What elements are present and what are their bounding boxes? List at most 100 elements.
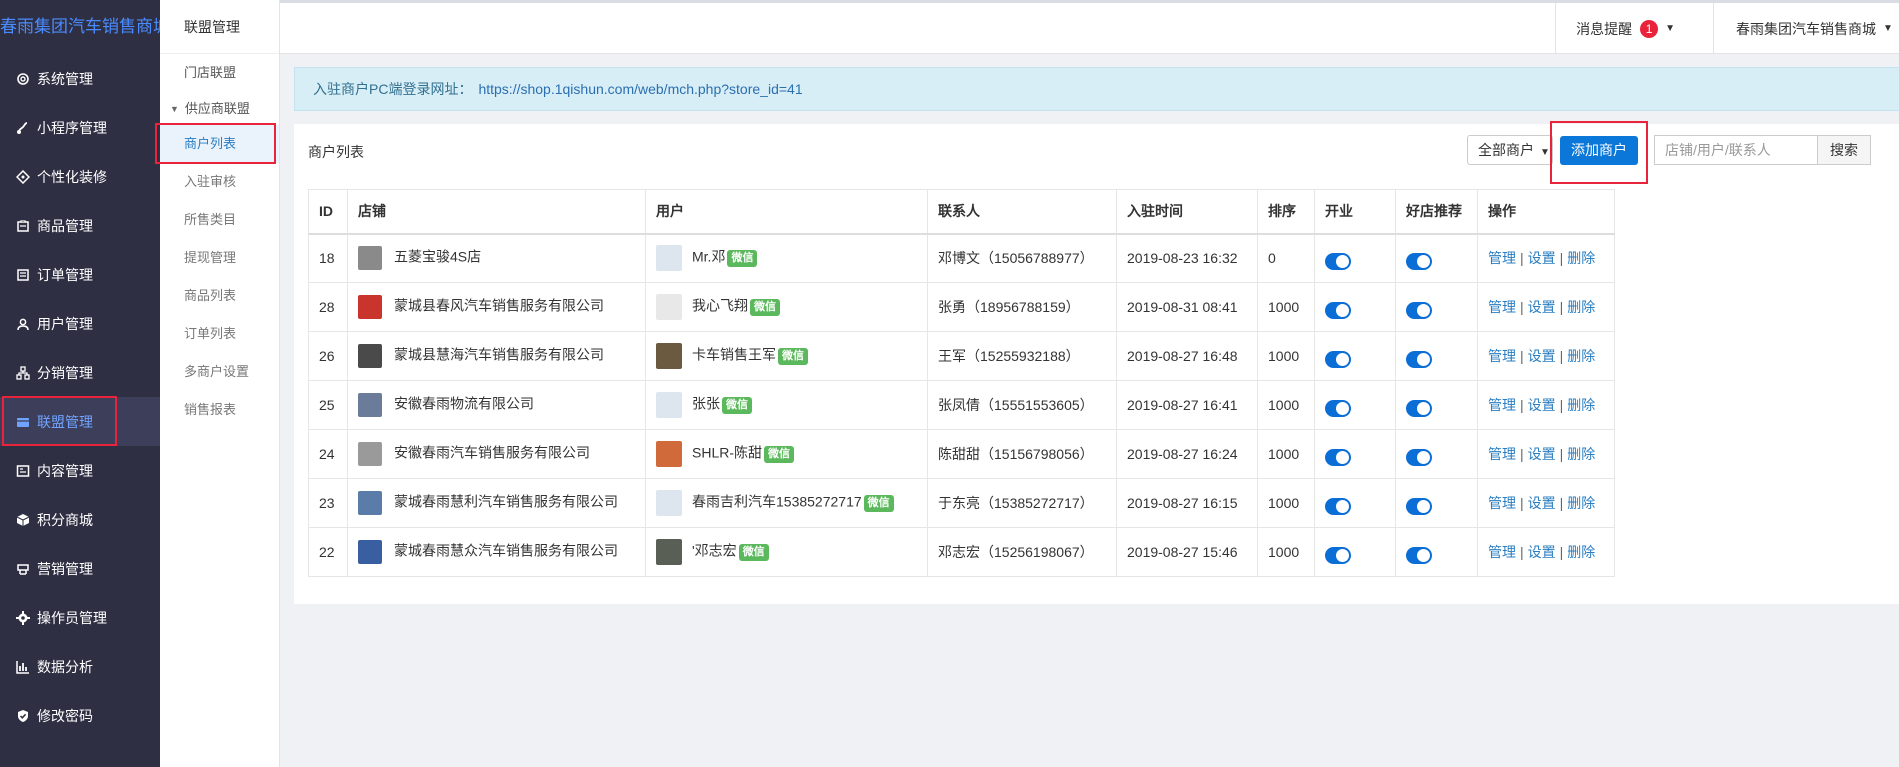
cell-open [1314, 331, 1396, 381]
sidebar-item-user[interactable]: 用户管理 [0, 299, 160, 348]
login-url-link[interactable]: https://shop.1qishun.com/web/mch.php?sto… [478, 81, 802, 97]
merchant-filter-dropdown[interactable]: 全部商户 ▼ [1467, 135, 1553, 165]
cell-user: 卡车销售王军 微信 [645, 331, 928, 381]
cell-id: 22 [308, 527, 348, 577]
subnav-item[interactable]: 入驻审核 [160, 163, 279, 201]
cell-id: 26 [308, 331, 348, 381]
sidebar-item-content[interactable]: 内容管理 [0, 446, 160, 495]
store-logo [358, 246, 382, 271]
delete-link[interactable]: 删除 [1567, 348, 1595, 364]
chart-icon [14, 658, 32, 676]
sidebar-item-chart[interactable]: 数据分析 [0, 642, 160, 691]
recommend-toggle[interactable] [1406, 497, 1432, 515]
subnav-item[interactable]: 所售类目 [160, 201, 279, 239]
separator: | [1520, 544, 1524, 560]
avatar [656, 294, 682, 320]
open-toggle[interactable] [1325, 448, 1351, 466]
message-notification[interactable]: 消息提醒 1 ▼ [1555, 3, 1695, 54]
manage-link[interactable]: 管理 [1488, 495, 1516, 511]
column-header: 用户 [645, 189, 928, 235]
subnav-item[interactable]: 订单列表 [160, 315, 279, 353]
subnav-item[interactable]: 多商户设置 [160, 353, 279, 391]
separator: | [1520, 299, 1524, 315]
settings-link[interactable]: 设置 [1528, 495, 1556, 511]
manage-link[interactable]: 管理 [1488, 250, 1516, 266]
recommend-toggle[interactable] [1406, 301, 1432, 319]
subnav-item-label: 销售报表 [184, 402, 237, 417]
recommend-toggle[interactable] [1406, 399, 1432, 417]
manage-link[interactable]: 管理 [1488, 397, 1516, 413]
open-toggle[interactable] [1325, 301, 1351, 319]
delete-link[interactable]: 删除 [1567, 495, 1595, 511]
settings-link[interactable]: 设置 [1528, 250, 1556, 266]
settings-link[interactable]: 设置 [1528, 299, 1556, 315]
settings-link[interactable]: 设置 [1528, 348, 1556, 364]
settings-link[interactable]: 设置 [1528, 544, 1556, 560]
settings-link[interactable]: 设置 [1528, 397, 1556, 413]
subnav-item-label: 订单列表 [184, 326, 237, 341]
sidebar-item-points[interactable]: 积分商城 [0, 495, 160, 544]
open-toggle[interactable] [1325, 546, 1351, 564]
cell-open [1314, 233, 1396, 283]
recommend-toggle[interactable] [1406, 546, 1432, 564]
manage-link[interactable]: 管理 [1488, 446, 1516, 462]
add-merchant-button[interactable]: 添加商户 [1560, 136, 1638, 165]
cell-user: 我心飞翔 微信 [645, 282, 928, 332]
sidebar-item-decor[interactable]: 个性化装修 [0, 152, 160, 201]
cell-recommend [1395, 429, 1478, 479]
separator: | [1520, 495, 1524, 511]
search-button[interactable]: 搜索 [1817, 135, 1871, 165]
open-toggle[interactable] [1325, 497, 1351, 515]
delete-link[interactable]: 删除 [1567, 544, 1595, 560]
cell-recommend [1395, 380, 1478, 430]
sidebar-item-order[interactable]: 订单管理 [0, 250, 160, 299]
table-body: 18 五菱宝骏4S店 Mr.邓 微信 邓博文（15056788977） 2019-08-2… [308, 233, 1615, 577]
subnav-group-supplier[interactable]: ▼ 供应商联盟 [160, 92, 279, 125]
sidebar-item-miniapp[interactable]: 小程序管理 [0, 103, 160, 152]
open-toggle[interactable] [1325, 350, 1351, 368]
sidebar-item-gear[interactable]: 系统管理 [0, 54, 160, 103]
subnav-item[interactable]: 商品列表 [160, 277, 279, 315]
column-header: 操作 [1477, 189, 1615, 235]
manage-link[interactable]: 管理 [1488, 544, 1516, 560]
open-toggle[interactable] [1325, 252, 1351, 270]
subnav-item[interactable]: 提现管理 [160, 239, 279, 277]
sidebar-item-store[interactable]: 联盟管理 [0, 396, 160, 446]
recommend-toggle[interactable] [1406, 350, 1432, 368]
cell-time: 2019-08-27 16:15 [1116, 478, 1258, 528]
search-input[interactable]: 店铺/用户/联系人 [1654, 135, 1817, 165]
cell-user: 张张 微信 [645, 380, 928, 430]
store-name: 蒙城县慧海汽车销售服务有限公司 [394, 346, 604, 363]
sidebar-item-distribution[interactable]: 分销管理 [0, 348, 160, 397]
column-header: 入驻时间 [1116, 189, 1258, 235]
sidebar-item-label: 小程序管理 [37, 119, 107, 136]
column-header: 店铺 [347, 189, 646, 235]
recommend-toggle[interactable] [1406, 252, 1432, 270]
delete-link[interactable]: 删除 [1567, 397, 1595, 413]
sidebar-item-marketing[interactable]: 营销管理 [0, 544, 160, 593]
sidebar-item-operator[interactable]: 操作员管理 [0, 593, 160, 642]
delete-link[interactable]: 删除 [1567, 250, 1595, 266]
delete-link[interactable]: 删除 [1567, 299, 1595, 315]
merchant-list-panel: 商户列表 全部商户 ▼ 添加商户 店铺/用户/联系人 搜索 ID 店铺 用户 联系人 入驻… [294, 121, 1899, 604]
subnav-item-store-alliance[interactable]: 门店联盟 [160, 54, 279, 92]
subnav-item[interactable]: 销售报表 [160, 391, 279, 429]
column-header: 联系人 [927, 189, 1117, 235]
manage-link[interactable]: 管理 [1488, 348, 1516, 364]
subnav-item[interactable]: 商户列表 [155, 123, 279, 164]
open-toggle[interactable] [1325, 399, 1351, 417]
sidebar-item-shield[interactable]: 修改密码 [0, 691, 160, 740]
sidebar-item-goods[interactable]: 商品管理 [0, 201, 160, 250]
settings-link[interactable]: 设置 [1528, 446, 1556, 462]
avatar [656, 245, 682, 272]
manage-link[interactable]: 管理 [1488, 299, 1516, 315]
delete-link[interactable]: 删除 [1567, 446, 1595, 462]
store-logo [358, 344, 382, 368]
wechat-badge: 微信 [778, 347, 808, 365]
cell-time: 2019-08-27 15:46 [1116, 527, 1258, 577]
subnav-title: 联盟管理 [160, 0, 279, 54]
caret-down-icon: ▼ [1665, 23, 1675, 34]
recommend-toggle[interactable] [1406, 448, 1432, 466]
user-menu[interactable]: 春雨集团汽车销售商城 ▼ [1713, 3, 1899, 54]
sidebar-item-label: 操作员管理 [37, 609, 107, 626]
